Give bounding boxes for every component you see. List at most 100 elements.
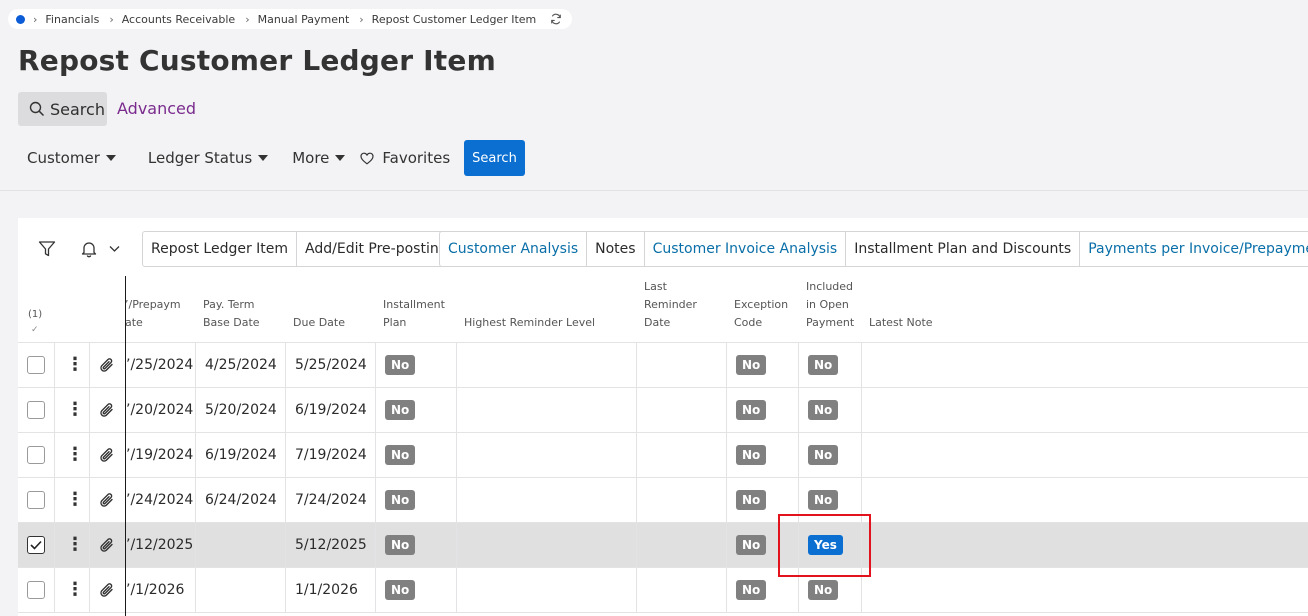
attachment-icon[interactable] — [99, 433, 119, 477]
checkbox[interactable] — [27, 536, 45, 554]
cell-due-date: 6/19/2024 — [295, 402, 367, 418]
attachment-icon[interactable] — [99, 568, 119, 612]
checkbox[interactable] — [27, 446, 45, 464]
more-filter[interactable]: More — [292, 149, 346, 167]
bell-icon[interactable] — [81, 240, 97, 258]
checkbox[interactable] — [27, 356, 45, 374]
customer-analysis-button[interactable]: Customer Analysis — [440, 232, 588, 266]
payments-per-invoice-button[interactable]: Payments per Invoice/Prepayment — [1080, 232, 1308, 266]
table-toolbar: Repost Ledger Item Add/Edit Pre-posting … — [18, 230, 1308, 268]
row-checkbox[interactable] — [27, 478, 49, 522]
row-menu-icon[interactable]: ⋮ — [66, 478, 78, 522]
cell-pay-term-base-date: 5/20/2024 — [205, 402, 277, 418]
select-all-checkmark-icon[interactable]: ✓ — [31, 325, 39, 335]
breadcrumb-financials[interactable]: Financials — [45, 13, 99, 26]
table-row[interactable]: ⋮ ’/25/2024 4/25/2024 5/25/2024 No No No — [18, 343, 1308, 388]
filter-icon[interactable] — [38, 240, 56, 258]
row-menu-icon[interactable]: ⋮ — [66, 568, 78, 612]
navigation-button-group: Customer Analysis Notes Customer Invoice… — [439, 231, 1308, 267]
column-divider — [456, 343, 457, 387]
breadcrumb-accounts-receivable[interactable]: Accounts Receivable — [122, 13, 236, 26]
favorites-filter-label: Favorites — [382, 149, 451, 167]
attachment-icon[interactable] — [99, 343, 119, 387]
column-divider — [195, 433, 196, 477]
column-header-installment-plan[interactable]: Installment Plan — [383, 296, 445, 332]
customer-filter[interactable]: Customer — [27, 149, 116, 167]
column-header-date[interactable]: ’/Prepaym ate — [125, 296, 181, 332]
column-divider — [375, 568, 376, 612]
column-divider — [375, 388, 376, 432]
column-divider — [636, 568, 637, 612]
divider — [0, 190, 1308, 191]
row-checkbox[interactable] — [27, 523, 49, 567]
status-badge: No — [736, 400, 767, 420]
checkbox[interactable] — [27, 401, 45, 419]
row-checkbox[interactable] — [27, 433, 49, 477]
column-header-due-date[interactable]: Due Date — [293, 314, 345, 332]
column-divider — [89, 568, 90, 612]
favorites-filter[interactable]: Favorites — [360, 149, 450, 167]
caret-down-icon — [258, 155, 269, 161]
checkbox[interactable] — [27, 491, 45, 509]
customer-invoice-analysis-button[interactable]: Customer Invoice Analysis — [645, 232, 847, 266]
table-row[interactable]: ⋮ ’/12/2025 5/12/2025 No No Yes — [18, 523, 1308, 568]
search-tab[interactable]: Search — [18, 92, 107, 126]
table-row[interactable]: ⋮ ’/1/2026 1/1/2026 No No No — [18, 568, 1308, 613]
row-menu-icon[interactable]: ⋮ — [66, 523, 78, 567]
column-divider — [89, 433, 90, 477]
row-menu-icon[interactable]: ⋮ — [66, 343, 78, 387]
cell-date: ’/20/2024 — [126, 402, 194, 418]
breadcrumb: › Financials › Accounts Receivable › Man… — [8, 9, 573, 29]
column-header-included-in-open-payment[interactable]: Included in Open Payment — [806, 278, 854, 332]
column-header-last-reminder-date[interactable]: Last Reminder Date — [644, 278, 697, 332]
paperclip-icon — [100, 538, 113, 552]
heart-icon — [360, 152, 374, 165]
repost-ledger-item-button[interactable]: Repost Ledger Item — [143, 232, 298, 266]
row-checkbox[interactable] — [27, 343, 49, 387]
refresh-icon[interactable] — [550, 13, 562, 25]
chevron-down-icon[interactable] — [109, 245, 120, 253]
cell-due-date: 5/25/2024 — [295, 357, 367, 373]
add-edit-preposting-button[interactable]: Add/Edit Pre-posting — [297, 232, 456, 266]
ledger-status-filter[interactable]: Ledger Status — [148, 149, 269, 167]
status-badge: No — [808, 445, 839, 465]
row-checkbox[interactable] — [27, 388, 49, 432]
search-button[interactable]: Search — [464, 140, 525, 176]
table-row[interactable]: ⋮ ’/24/2024 6/24/2024 7/24/2024 No No No — [18, 478, 1308, 523]
status-badge: No — [736, 535, 767, 555]
column-header-highest-reminder-level[interactable]: Highest Reminder Level — [464, 314, 595, 332]
kebab-icon: ⋮ — [66, 579, 78, 600]
row-menu-icon[interactable]: ⋮ — [66, 433, 78, 477]
cell-due-date: 7/19/2024 — [295, 447, 367, 463]
table-row[interactable]: ⋮ ’/20/2024 5/20/2024 6/19/2024 No No No — [18, 388, 1308, 433]
row-checkbox[interactable] — [27, 568, 49, 612]
cell-date: ’/19/2024 — [126, 447, 194, 463]
kebab-icon: ⋮ — [66, 489, 78, 510]
status-badge: No — [736, 490, 767, 510]
table-panel: Repost Ledger Item Add/Edit Pre-posting … — [18, 218, 1308, 616]
kebab-icon: ⋮ — [66, 534, 78, 555]
advanced-tab[interactable]: Advanced — [117, 99, 196, 118]
home-icon[interactable] — [16, 14, 25, 24]
column-divider — [285, 388, 286, 432]
cell-exception-code: No — [736, 388, 796, 432]
notes-button[interactable]: Notes — [587, 232, 645, 266]
more-filter-label: More — [292, 149, 330, 167]
column-header-line: Last — [644, 280, 667, 293]
page-title: Repost Customer Ledger Item — [18, 44, 496, 77]
column-header-pay-term-base-date[interactable]: Pay. Term Base Date — [203, 296, 260, 332]
column-header-exception-code[interactable]: Exception Code — [734, 296, 788, 332]
column-divider — [195, 523, 196, 567]
breadcrumb-manual-payment[interactable]: Manual Payment — [258, 13, 350, 26]
cell-included-in-open-payment: No — [808, 433, 860, 477]
column-divider — [285, 433, 286, 477]
checkbox[interactable] — [27, 581, 45, 599]
installment-plan-discounts-button[interactable]: Installment Plan and Discounts — [846, 232, 1081, 266]
attachment-icon[interactable] — [99, 523, 119, 567]
attachment-icon[interactable] — [99, 478, 119, 522]
table-row[interactable]: ⋮ ’/19/2024 6/19/2024 7/19/2024 No No No — [18, 433, 1308, 478]
row-menu-icon[interactable]: ⋮ — [66, 388, 78, 432]
column-header-latest-note[interactable]: Latest Note — [869, 314, 933, 332]
attachment-icon[interactable] — [99, 388, 119, 432]
highlight-annotation — [778, 514, 871, 577]
